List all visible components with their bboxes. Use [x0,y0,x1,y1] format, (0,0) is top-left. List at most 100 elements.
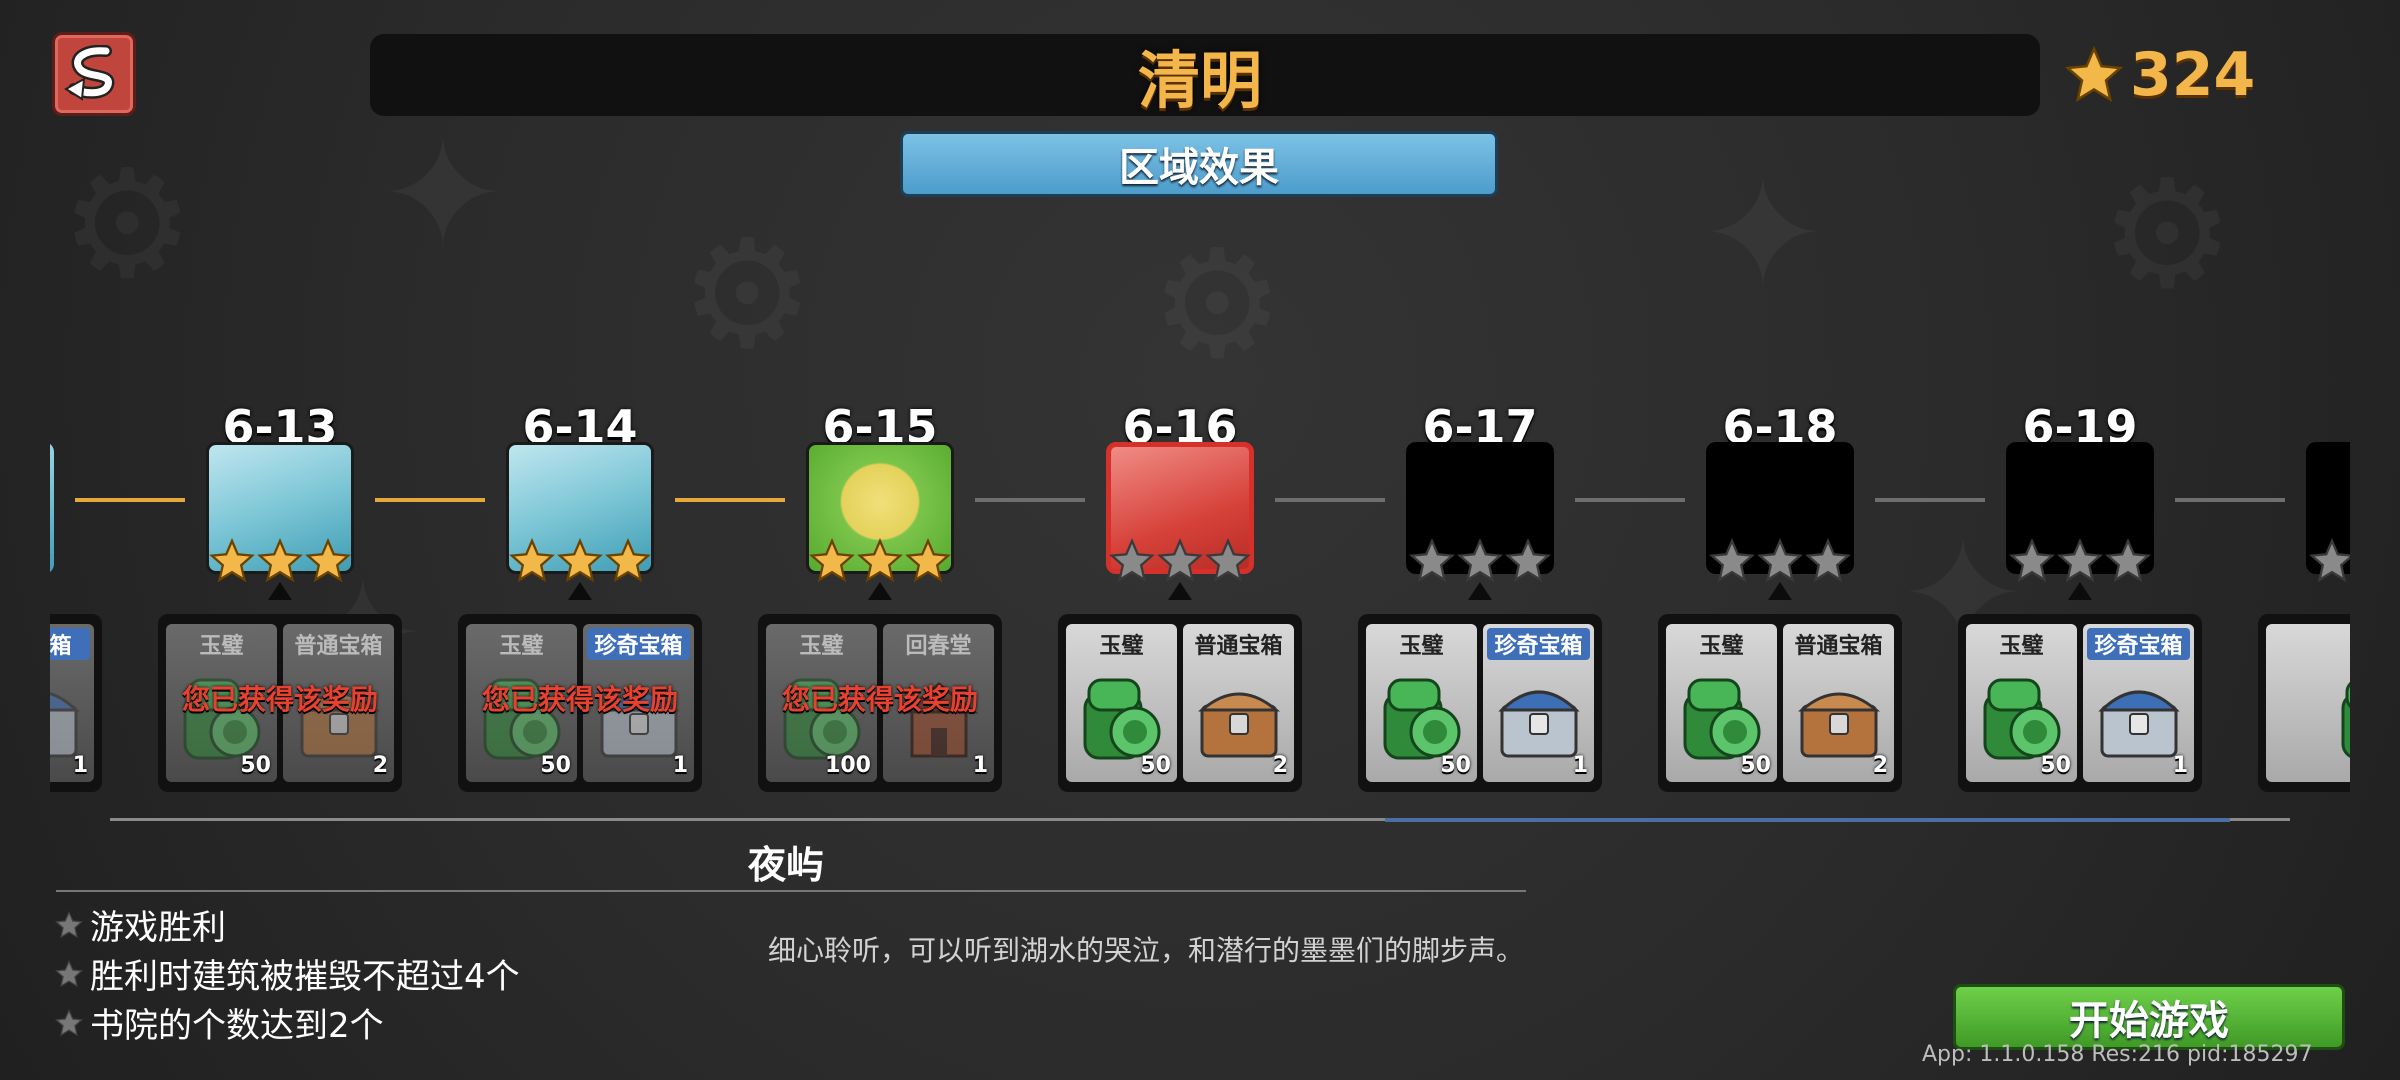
level-description: 细心聆听，可以听到湖水的哭泣，和潜行的墨墨们的脚步声。 [768,934,1525,967]
reward-name: 玉璧 [1999,634,2044,659]
reward-item[interactable]: 普通宝箱 2 [1783,624,1894,782]
star-icon [1805,537,1851,588]
reward-box[interactable]: 玉璧 [2258,614,2350,792]
rare-chest-icon [2094,666,2184,766]
level-track[interactable]: 奇宝箱1奖励6-13玉璧50普通宝箱2您已获得该奖励6-14玉璧50珍奇宝箱1您… [50,400,2350,800]
star-icon [1109,537,1155,588]
version-text: App: 1.1.0.158 Res:216 pid:185297 [1922,1042,2313,1067]
reward-item[interactable]: 玉璧 50 [1966,624,2077,782]
star-icon [2105,537,2151,588]
star-icon [509,537,555,588]
reward-box[interactable]: 玉璧 100 回春堂 1 您已获得该奖励 [758,614,1002,792]
star-icon [1709,537,1755,588]
level-node[interactable]: 6-16 玉璧 50 普通宝箱 2 [1050,400,1310,800]
level-stars [1408,537,1552,588]
level-node[interactable]: 6-19 玉璧 50 珍奇宝箱 1 [1950,400,2210,800]
level-node[interactable]: 6-14 玉璧 50 珍奇宝箱 1 您已获得该奖励 [450,400,710,800]
reward-item[interactable]: 玉璧 50 [1066,624,1177,782]
star-icon [209,537,255,588]
reward-item[interactable]: 珍奇宝箱 1 [2083,624,2194,782]
reward-count: 50 [1740,753,1771,778]
reward-name: 珍奇宝箱 [1487,628,1590,660]
level-stars [208,537,352,588]
jade-coin-icon [1377,666,1467,766]
level-node[interactable]: 6-17 玉璧 50 珍奇宝箱 1 [1350,400,1610,800]
star-icon [2009,537,2055,588]
objective-item: 书院的个数达到2个 [54,998,520,1047]
star-icon [1409,537,1455,588]
reward-pointer [1168,582,1192,600]
reward-box[interactable]: 玉璧 50 普通宝箱 2 [1058,614,1302,792]
reward-box[interactable]: 玉璧 50 普通宝箱 2 [1658,614,1902,792]
track-scrollbar-thumb[interactable] [1385,818,2230,822]
star-icon [1205,537,1251,588]
background-gear-icon: ⚙ [680,220,814,370]
zone-effect-button[interactable]: 区域效果 [900,131,1498,197]
reward-item[interactable]: 玉璧 [2266,624,2350,782]
reward-name: 珍奇宝箱 [587,628,690,660]
star-icon [50,538,51,588]
reward-count: 1 [672,753,688,778]
reward-pointer [268,582,292,600]
reward-item[interactable]: 玉璧 50 [1666,624,1777,782]
reward-pointer [568,582,592,600]
star-total: 324 [2064,40,2255,110]
reward-name: 普通宝箱 [294,634,383,659]
level-node[interactable]: 奇宝箱 1 奖励 [50,400,110,800]
objectives-list: 游戏胜利 胜利时建筑被摧毁不超过4个 书院的个数达到2个 [54,900,520,1047]
objective-text: 游戏胜利 [90,908,226,948]
star-icon [2057,537,2103,588]
reward-name: 回春堂 [905,634,972,659]
level-stars [2008,537,2152,588]
reward-pointer [2068,582,2092,600]
level-stars [1108,537,1252,588]
reward-name: 玉璧 [499,634,544,659]
jade-coin-icon [2335,666,2350,766]
reward-item[interactable]: 玉璧 50 [1366,624,1477,782]
reward-count: 2 [372,753,388,778]
jade-coin-icon [1677,666,1767,766]
background-star-icon: ✦ [380,120,506,270]
star-icon [305,537,351,588]
reward-name: 普通宝箱 [1794,634,1883,659]
star-total-count: 324 [2130,40,2256,110]
reward-box[interactable]: 奇宝箱 1 奖励 [50,614,102,792]
star-icon [857,537,903,588]
reward-item[interactable]: 珍奇宝箱 1 [1483,624,1594,782]
level-stars [1708,537,1852,588]
reward-name: 玉璧 [1399,634,1444,659]
reward-count: 50 [240,753,271,778]
background-gear-icon: ⚙ [1150,230,1284,380]
level-stars [50,538,52,588]
level-node[interactable]: 6-18 玉璧 50 普通宝箱 2 [1650,400,1910,800]
star-icon [557,537,603,588]
reward-box[interactable]: 玉璧 50 珍奇宝箱 1 您已获得该奖励 [458,614,702,792]
objective-item: 游戏胜利 [54,900,520,949]
island-name: 夜屿 [748,843,825,887]
page-title: 清明 [1137,44,1262,117]
reward-name: 玉璧 [799,634,844,659]
reward-name: 珍奇宝箱 [2087,628,2190,660]
reward-count: 2 [1272,753,1288,778]
star-outline-icon [55,1008,83,1036]
reward-box[interactable]: 玉璧 50 普通宝箱 2 您已获得该奖励 [158,614,402,792]
reward-box[interactable]: 玉璧 50 珍奇宝箱 1 [1958,614,2202,792]
reward-pointer [1768,582,1792,600]
reward-count: 50 [1140,753,1171,778]
star-icon [1757,537,1803,588]
level-node[interactable]: 玉璧 [2250,400,2350,800]
level-node[interactable]: 6-13 玉璧 50 普通宝箱 2 您已获得该奖励 [150,400,410,800]
star-icon [1457,537,1503,588]
star-icon [605,537,651,588]
reward-box[interactable]: 玉璧 50 珍奇宝箱 1 [1358,614,1602,792]
reward-count: 50 [2040,753,2071,778]
reward-name: 玉璧 [2266,628,2350,660]
star-icon [1505,537,1551,588]
start-game-button[interactable]: 开始游戏 [1953,984,2345,1050]
level-node[interactable]: 6-15 玉璧 100 回春堂 1 您已获得该奖励 [750,400,1010,800]
reward-count: 1 [972,753,988,778]
reward-name: 普通宝箱 [1194,634,1283,659]
reward-count: 1 [2172,753,2188,778]
reward-item[interactable]: 普通宝箱 2 [1183,624,1294,782]
star-icon [2309,537,2350,588]
